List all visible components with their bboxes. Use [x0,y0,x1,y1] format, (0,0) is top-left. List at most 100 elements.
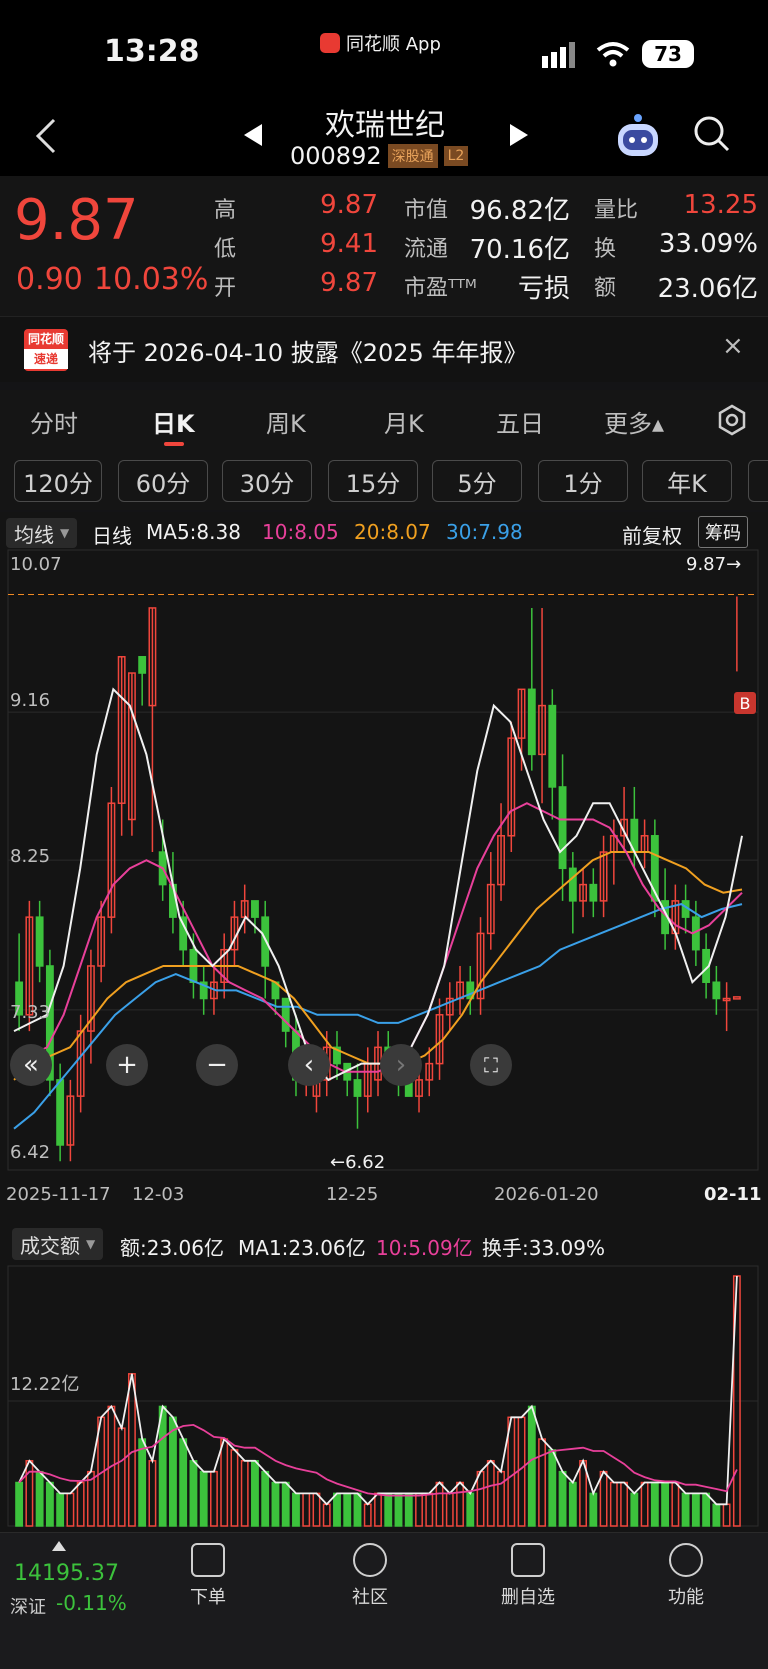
stock-header: 欢瑞世纪 000892 深股通 L2 [0,96,768,176]
volume-bar [35,1470,44,1527]
badge-top-text: 同花顺 [27,332,64,346]
volume-bar [45,1481,54,1527]
remove-watchlist-label: 删自选 [501,1587,555,1608]
chevron-down-icon: ▼ [86,1237,96,1251]
volume-bar [620,1481,629,1527]
volume-bar [517,1416,526,1527]
settings-icon[interactable] [716,404,748,436]
status-time: 13:28 [104,34,200,69]
volume-ma10: 10:5.09亿 [376,1236,473,1260]
ma-period-label: 日线 [92,524,132,548]
volume-bar [322,1503,331,1527]
volume-bar [169,1416,177,1527]
volume-bar [333,1492,341,1527]
volume-bar [384,1492,393,1527]
period-30m[interactable]: 30分 [222,460,312,502]
candle [548,704,557,788]
volume-bar [158,1405,167,1527]
candle [527,688,536,756]
volume-bar [374,1492,382,1527]
remove-watchlist-icon [511,1543,545,1577]
volume-bar [456,1481,464,1527]
volume-bar [199,1470,208,1527]
scroll-start-icon[interactable]: « [10,1044,52,1086]
stat-value-amount: 23.06亿 [657,274,758,304]
search-icon[interactable] [692,114,732,154]
volume-chart[interactable] [0,1264,768,1532]
period-year-k[interactable]: 年K [642,460,732,502]
volume-bar [702,1492,711,1527]
volume-bar [271,1481,280,1527]
volume-bar [220,1438,229,1527]
stat-label-turnover: 换 [594,237,617,262]
back-icon[interactable] [34,116,58,156]
volume-bar [251,1460,259,1527]
price-change: 0.90 [16,262,83,297]
candle [138,656,147,674]
volume-bar [589,1492,598,1527]
tab-daily-k[interactable]: 日K [152,404,195,439]
community-icon [353,1543,387,1577]
volume-bar [281,1481,290,1527]
period-overflow[interactable] [748,460,768,502]
volume-bar [25,1460,34,1527]
order-button[interactable]: 下单 [158,1543,258,1609]
x-label-1: 12-03 [132,1184,185,1205]
volume-bar [292,1492,300,1527]
tab-intraday[interactable]: 分时 [30,404,78,439]
volume-bar [230,1449,239,1527]
stat-label-volratio: 量比 [594,198,639,223]
tab-five-day[interactable]: 五日 [496,404,544,439]
adjust-toggle[interactable]: 前复权 [622,520,682,549]
active-tab-indicator [164,442,184,446]
close-icon[interactable]: × [722,331,744,361]
notice-banner[interactable]: 同花顺 速递 将于 2026-04-10 披露《2025 年年报》 × [0,316,768,382]
tab-weekly-k[interactable]: 周K [266,404,306,439]
volume-bar [466,1492,475,1527]
volume-bar [189,1460,198,1527]
community-button[interactable]: 社区 [320,1543,420,1609]
ai-robot-icon[interactable] [614,112,662,160]
ma-selector[interactable]: 均线 ▼ [6,518,78,548]
volume-bar [404,1492,413,1527]
l2-badge: L2 [443,146,469,166]
volume-bar [650,1481,659,1527]
status-bar: 13:28 同花顺 App 73 [0,0,768,96]
candle [589,883,598,902]
chart-tabs: 分时 日K 周K 月K 五日 更多▴ [0,390,768,454]
quote-panel: 9.87 0.90 10.03% 高 9.87 低 9.41 开 9.87 市值… [0,176,768,316]
bottom-toolbar: 14195.37 深证 -0.11% 下单 社区 删自选 功能 [0,1532,768,1669]
tab-monthly-k[interactable]: 月K [384,404,424,439]
period-120m[interactable]: 120分 [14,460,102,502]
scroll-left-icon[interactable]: ‹ [288,1044,330,1086]
y-label-916: 9.16 [10,690,51,711]
y-label-bottom: 6.42 [10,1142,51,1163]
zoom-in-icon[interactable]: + [106,1044,148,1086]
volume-indicator-selector[interactable]: 成交额 ▼ [12,1228,104,1260]
index-value[interactable]: 14195.37 [14,1561,119,1586]
period-15m[interactable]: 15分 [328,460,418,502]
volume-bar [363,1503,372,1527]
stat-value-turnover: 33.09% [658,229,758,259]
stock-name: 欢瑞世纪 [325,108,445,143]
volume-bar [302,1492,311,1527]
tab-more[interactable]: 更多▴ [604,404,664,439]
fullscreen-icon[interactable]: ⛶ [470,1044,512,1086]
stat-value-open: 9.87 [320,268,378,298]
period-60m[interactable]: 60分 [118,460,208,502]
functions-label: 功能 [668,1587,704,1608]
period-1m[interactable]: 1分 [538,460,628,502]
prev-stock-icon[interactable] [242,122,266,148]
period-5m[interactable]: 5分 [432,460,522,502]
x-label-2: 12-25 [326,1184,379,1205]
remove-watchlist-button[interactable]: 删自选 [478,1543,578,1609]
index-expand-icon[interactable] [52,1541,66,1551]
buy-signal-marker[interactable]: B [734,692,756,714]
chip-button[interactable]: 筹码 [698,516,748,548]
functions-icon [669,1543,703,1577]
volume-bar [599,1470,608,1527]
scroll-right-icon[interactable]: › [380,1044,422,1086]
zoom-out-icon[interactable]: − [196,1044,238,1086]
functions-button[interactable]: 功能 [636,1543,736,1609]
next-stock-icon[interactable] [506,122,530,148]
